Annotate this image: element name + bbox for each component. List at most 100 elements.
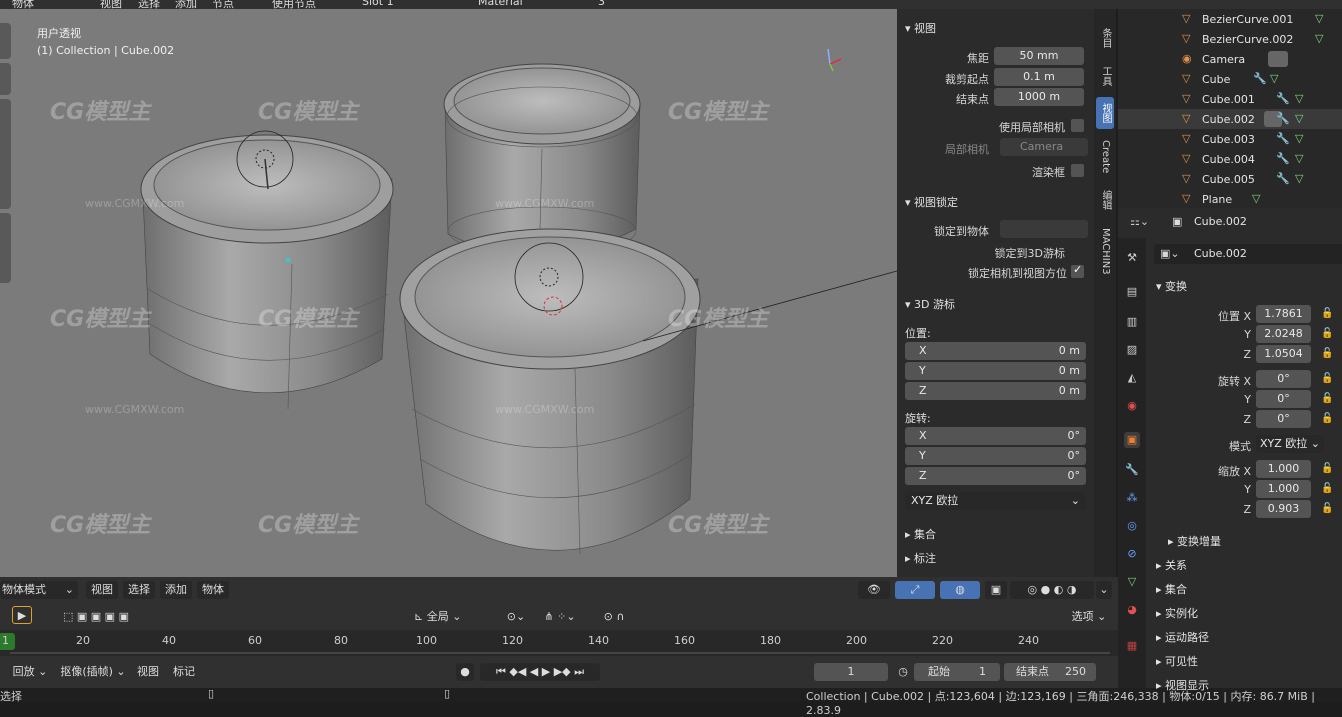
tool-annotate[interactable] [0, 213, 11, 283]
outliner-item-beziercurve-002[interactable]: ▽ BezierCurve.002 ▽ [1118, 29, 1342, 49]
modifier-wrench-icon[interactable]: 🔧 [1124, 462, 1140, 478]
mode-menu[interactable]: 物体 [12, 0, 34, 9]
relations-section[interactable]: ▸ 关系 [1156, 557, 1187, 573]
menu-select[interactable]: 选择 [138, 0, 160, 9]
tab-machin3[interactable]: MACHIN3 [1096, 221, 1114, 281]
playback-menu[interactable]: 回放 ⌄ [10, 663, 50, 681]
lock-icon[interactable]: 🔓 [1321, 328, 1333, 340]
cursor-loc-y[interactable]: Y0 m [905, 362, 1086, 380]
view-section-header[interactable]: ▾ 视图 [905, 20, 936, 36]
collections-section-header[interactable]: ▸ 集合 [905, 526, 936, 542]
collections-section[interactable]: ▸ 集合 [1156, 581, 1187, 597]
material-field[interactable]: Material [478, 0, 523, 8]
location-z-field[interactable]: 1.0504 [1256, 345, 1311, 363]
outliner-item-plane[interactable]: ▽ Plane ▽ [1118, 189, 1342, 209]
cursor-rot-x[interactable]: X 0° [905, 427, 1086, 445]
menu-add[interactable]: 添加 [175, 0, 197, 9]
lock-to-object-field[interactable] [1000, 220, 1088, 238]
outliner-item-camera[interactable]: ◉ Camera [1118, 49, 1342, 69]
physics-icon[interactable]: ◎ [1124, 518, 1140, 534]
lock-icon[interactable]: 🔓 [1321, 393, 1333, 405]
motion-paths-section[interactable]: ▸ 运动路径 [1156, 629, 1209, 645]
material-icon[interactable]: ◕ [1124, 602, 1140, 618]
outliner-item-cube-002[interactable]: ▽ Cube.002 🔧 ▽ [1118, 109, 1342, 129]
pivot-icon[interactable]: ⊙⌄ [500, 608, 532, 626]
outliner-item-cube-005[interactable]: ▽ Cube.005 🔧 ▽ [1118, 169, 1342, 189]
tab-create[interactable]: Create [1096, 135, 1114, 179]
editor-type-icon[interactable]: ⚏⌄ [1130, 215, 1149, 228]
outliner-item-cube-003[interactable]: ▽ Cube.003 🔧 ▽ [1118, 129, 1342, 149]
gizmo-toggle-icon[interactable]: ⤢ [895, 581, 935, 599]
proportional-edit-icon[interactable]: ⊙ ∩ [592, 608, 636, 626]
tab-edit[interactable]: 编辑 [1096, 185, 1114, 215]
lock-icon[interactable]: 🔓 [1321, 413, 1333, 425]
delta-transform-section[interactable]: ▸ 变换增量 [1168, 533, 1221, 549]
3d-viewport[interactable]: 用户透视 (1) Collection | Cube.002 CG模型主 CG模… [0, 9, 897, 577]
scene-icon[interactable]: ◭ [1124, 370, 1140, 386]
lock-icon[interactable]: 🔓 [1321, 483, 1333, 495]
viewport-display-section[interactable]: ▸ 视图显示 [1156, 677, 1209, 693]
rotation-mode-dropdown[interactable]: XYZ 欧拉 ⌄ [1256, 435, 1324, 453]
location-y-field[interactable]: 2.0248 [1256, 325, 1311, 343]
cursor-section-header[interactable]: ▾ 3D 游标 [905, 296, 955, 312]
end-frame-field[interactable]: 结束点 250 [1004, 663, 1096, 681]
mode-dropdown[interactable]: 物体模式 ⌄ [0, 581, 78, 599]
cursor-rot-z[interactable]: Z 0° [905, 467, 1086, 485]
view-lock-section-header[interactable]: ▾ 视图锁定 [905, 194, 958, 210]
marker-menu[interactable]: 标记 [168, 663, 200, 681]
transform-section-header[interactable]: ▾ 变换 [1156, 278, 1187, 294]
tool-transform[interactable] [0, 99, 11, 209]
lock-camera-to-view-checkbox[interactable] [1071, 263, 1084, 278]
menu-select[interactable]: 选择 [123, 581, 155, 599]
shading-dropdown-icon[interactable]: ⌄ [1096, 581, 1112, 599]
render-icon[interactable]: ▤ [1124, 284, 1140, 300]
snap-icon[interactable]: ⋔ ⁘⌄ [535, 608, 585, 626]
tab-item[interactable]: 条目 [1096, 23, 1114, 53]
menu-add[interactable]: 添加 [160, 581, 192, 599]
timeline-ruler[interactable]: 1 20 40 60 80 100 120 140 160 180 200 22… [0, 630, 1118, 656]
cursor-rot-y[interactable]: Y 0° [905, 447, 1086, 465]
instancing-section[interactable]: ▸ 实例化 [1156, 605, 1198, 621]
view-layer-icon[interactable]: ▨ [1124, 342, 1140, 358]
shading-mode-icons[interactable]: ◎ ● ◐ ◑ [1010, 581, 1094, 599]
render-border-checkbox[interactable] [1071, 164, 1084, 177]
tab-tool[interactable]: 工具 [1096, 61, 1114, 91]
object-properties-icon[interactable]: ▣ [1124, 432, 1140, 448]
focal-length-field[interactable]: 50 mm [994, 47, 1084, 65]
scale-x-field[interactable]: 1.000 [1256, 460, 1311, 478]
outliner-item-cube-004[interactable]: ▽ Cube.004 🔧 ▽ [1118, 149, 1342, 169]
visibility-icon[interactable]: 👁 [858, 581, 890, 599]
rotation-x-field[interactable]: 0° [1256, 370, 1311, 388]
menu-object[interactable]: 物体 [197, 581, 229, 599]
timeline-scrollbar[interactable] [10, 652, 1110, 654]
tool-settings-icon[interactable]: ⚒ [1124, 250, 1140, 266]
object-name-field[interactable]: ▣⌄ Cube.002 [1154, 244, 1342, 264]
timeline-view-menu[interactable]: 视图 [134, 663, 162, 681]
menu-node[interactable]: 节点 [212, 0, 234, 9]
visibility-section[interactable]: ▸ 可见性 [1156, 653, 1198, 669]
constraints-icon[interactable]: ⊘ [1124, 546, 1140, 562]
lock-icon[interactable]: 🔓 [1321, 348, 1333, 360]
rotation-z-field[interactable]: 0° [1256, 410, 1311, 428]
outliner-item-cube[interactable]: ▽ Cube 🔧 ▽ [1118, 69, 1342, 89]
clip-end-field[interactable]: 1000 m [994, 88, 1084, 106]
start-frame-field[interactable]: 起始 1 [914, 663, 1000, 681]
rotation-y-field[interactable]: 0° [1256, 390, 1311, 408]
xray-icon[interactable]: ▣ [985, 581, 1007, 599]
options-dropdown[interactable]: 选项 ⌄ [1064, 608, 1114, 626]
record-icon[interactable]: ● [456, 663, 474, 681]
lock-icon[interactable]: 🔓 [1321, 503, 1333, 515]
select-mode-icons[interactable]: ⬚ ▣ ▣ ▣ ▣ [50, 608, 142, 626]
menu-view[interactable]: 视图 [86, 581, 118, 599]
object-data-icon[interactable]: ▽ [1124, 574, 1140, 590]
use-local-camera-checkbox[interactable] [1071, 119, 1084, 132]
world-icon[interactable]: ◉ [1124, 398, 1140, 414]
menu-view[interactable]: 视图 [100, 0, 122, 9]
texture-icon[interactable]: ▦ [1124, 638, 1140, 654]
cursor-rot-mode-dropdown[interactable]: XYZ 欧拉 ⌄ [905, 492, 1086, 510]
lock-icon[interactable]: 🔓 [1321, 463, 1333, 475]
annotations-section-header[interactable]: ▸ 标注 [905, 550, 936, 566]
orientation-dropdown[interactable]: ⊾ 全局 ⌄ [414, 608, 494, 626]
lock-icon[interactable]: 🔓 [1321, 373, 1333, 385]
clock-icon[interactable]: ◷ [894, 663, 912, 681]
